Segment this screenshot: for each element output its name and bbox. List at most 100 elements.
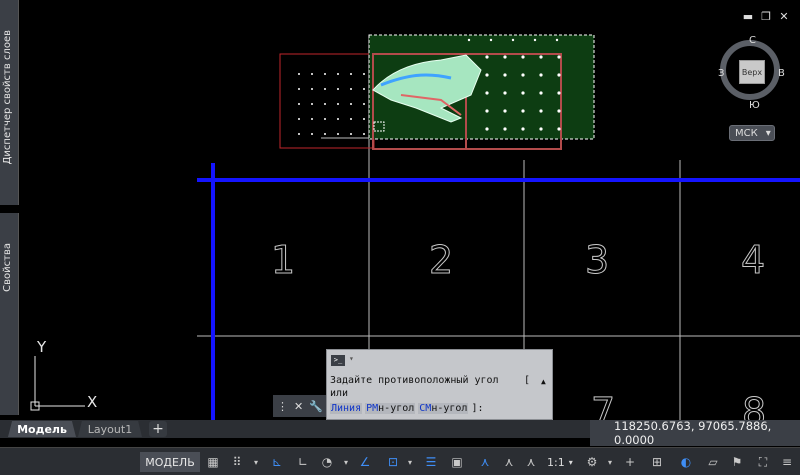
- properties-palette-label: Свойства: [2, 243, 13, 292]
- grid-dot: [485, 109, 489, 113]
- grid-dot: [311, 118, 313, 120]
- coordinates-readout[interactable]: 118250.6763, 97065.7886, 0.0000: [590, 419, 800, 447]
- grid-dot: [298, 73, 300, 75]
- command-prompt-icon[interactable]: >_: [331, 355, 345, 366]
- wrench-icon[interactable]: 🔧: [309, 400, 323, 413]
- grid-dot: [350, 133, 352, 135]
- grid-dot: [539, 55, 543, 59]
- grid-number: 8: [742, 390, 766, 420]
- chevron-down-icon: ▾: [765, 127, 771, 139]
- annotation-scale-dropdown[interactable]: 1:1 ▾: [547, 453, 573, 471]
- grip-handle-icon[interactable]: ⋮: [277, 400, 288, 413]
- command-option-line[interactable]: Линия: [330, 403, 363, 414]
- grid-display-icon[interactable]: ▦: [204, 453, 222, 471]
- hardware-acceleration-icon[interactable]: ▱: [704, 453, 722, 471]
- minimize-icon[interactable]: ▬: [742, 10, 754, 23]
- compass-east[interactable]: В: [778, 68, 785, 79]
- grid-dot: [337, 103, 339, 105]
- viewcube[interactable]: Верх С Ю В З: [718, 34, 786, 111]
- tab-model[interactable]: Модель: [8, 421, 76, 437]
- grid-dot: [557, 91, 561, 95]
- command-prompt-text: Задайте противоположный угол: [330, 375, 499, 386]
- grid-dot: [363, 73, 365, 75]
- layer-properties-palette-label: Диспетчер свойств слоев: [2, 30, 13, 165]
- chevron-down-icon[interactable]: ▾: [349, 354, 354, 363]
- grid-dot: [533, 38, 537, 42]
- tab-layout1[interactable]: Layout1: [78, 421, 142, 437]
- scroll-up-icon[interactable]: ▲: [541, 377, 546, 386]
- grid-dot: [485, 73, 489, 77]
- grid-dot: [467, 38, 471, 42]
- command-options: Линия РМн-угол СМн-угол ]:: [330, 403, 484, 414]
- isometric-drafting-icon[interactable]: ∠: [356, 453, 374, 471]
- add-layout-button[interactable]: +: [149, 421, 167, 437]
- plus-icon[interactable]: +: [621, 453, 639, 471]
- grid-dot: [337, 88, 339, 90]
- viewcube-top-face[interactable]: Верх: [739, 60, 765, 84]
- grid-dot: [324, 133, 326, 135]
- gear-icon[interactable]: ⚙: [583, 453, 601, 471]
- grid-dot: [350, 103, 352, 105]
- close-icon[interactable]: ✕: [294, 400, 303, 413]
- scale-value: 1:1: [547, 455, 565, 469]
- ortho-mode-icon[interactable]: ∟: [294, 453, 312, 471]
- grid-dot: [503, 127, 507, 131]
- command-line[interactable]: >_ ▾ Задайте противоположный угол [ ▲ ил…: [326, 349, 553, 420]
- grid-dot: [363, 133, 365, 135]
- infer-constraints-icon[interactable]: ⊾: [268, 453, 286, 471]
- x-axis-label: X: [87, 393, 97, 411]
- chevron-down-icon[interactable]: ▾: [342, 454, 350, 470]
- graphics-icon[interactable]: ⚑: [728, 453, 746, 471]
- grid-dot: [324, 88, 326, 90]
- auto-scale-icon[interactable]: ⋏: [500, 453, 518, 471]
- grid-dot: [539, 91, 543, 95]
- grid-dot: [363, 118, 365, 120]
- grid-dot: [298, 118, 300, 120]
- command-suffix: ]:: [471, 403, 484, 414]
- grid-dot: [311, 88, 313, 90]
- grid-dot: [337, 118, 339, 120]
- chevron-down-icon[interactable]: ▾: [606, 454, 614, 470]
- snap-mode-icon[interactable]: ⠿: [228, 453, 246, 471]
- compass-north[interactable]: С: [749, 35, 756, 46]
- layout-tabs: Модель Layout1 +: [0, 420, 590, 438]
- clean-screen-icon[interactable]: ⛶: [754, 453, 772, 471]
- chevron-down-icon[interactable]: ▾: [406, 454, 414, 470]
- layer-properties-palette-tab[interactable]: Диспетчер свойств слоев: [0, 0, 19, 205]
- chevron-down-icon[interactable]: ▾: [252, 454, 260, 470]
- grid-number: 4: [741, 238, 765, 282]
- grid-dot: [539, 73, 543, 77]
- compass-west[interactable]: З: [718, 68, 724, 79]
- grid-number: 3: [585, 238, 609, 282]
- properties-palette-tab[interactable]: Свойства: [0, 213, 19, 415]
- units-icon[interactable]: ⊞: [648, 453, 666, 471]
- command-option-rm[interactable]: РМн-угол: [365, 403, 416, 414]
- grid-dot: [485, 91, 489, 95]
- lineweight-icon[interactable]: ☰: [422, 453, 440, 471]
- restore-icon[interactable]: ❐: [760, 10, 772, 23]
- annotation-scale-icon[interactable]: ⋏: [522, 453, 540, 471]
- grid-dot: [503, 55, 507, 59]
- model-space-button[interactable]: МОДЕЛЬ: [140, 452, 200, 472]
- grid-dot: [521, 73, 525, 77]
- grid-dot: [311, 73, 313, 75]
- autocad-window: Диспетчер свойств слоев Свойства 1 2 3 4…: [0, 0, 800, 475]
- isolate-objects-icon[interactable]: ◐: [677, 453, 695, 471]
- grid-dot: [298, 103, 300, 105]
- annotation-visibility-icon[interactable]: ⋏: [476, 453, 494, 471]
- close-icon[interactable]: ✕: [778, 10, 790, 23]
- transparency-icon[interactable]: ▣: [448, 453, 466, 471]
- grid-dot: [539, 127, 543, 131]
- compass-south[interactable]: Ю: [749, 100, 760, 111]
- polar-tracking-icon[interactable]: ◔: [318, 453, 336, 471]
- grid-dot: [557, 55, 561, 59]
- grid-dot: [555, 38, 559, 42]
- ucs-dropdown[interactable]: МСК ▾: [729, 125, 775, 141]
- command-option-sm[interactable]: СМн-угол: [418, 403, 469, 414]
- grid-dot: [485, 127, 489, 131]
- site-plan-drawing[interactable]: [279, 34, 595, 150]
- customization-menu-icon[interactable]: ≡: [778, 453, 796, 471]
- object-snap-icon[interactable]: ⊡: [384, 453, 402, 471]
- grid-number: 2: [429, 238, 453, 282]
- plan-frame-red: [279, 53, 375, 149]
